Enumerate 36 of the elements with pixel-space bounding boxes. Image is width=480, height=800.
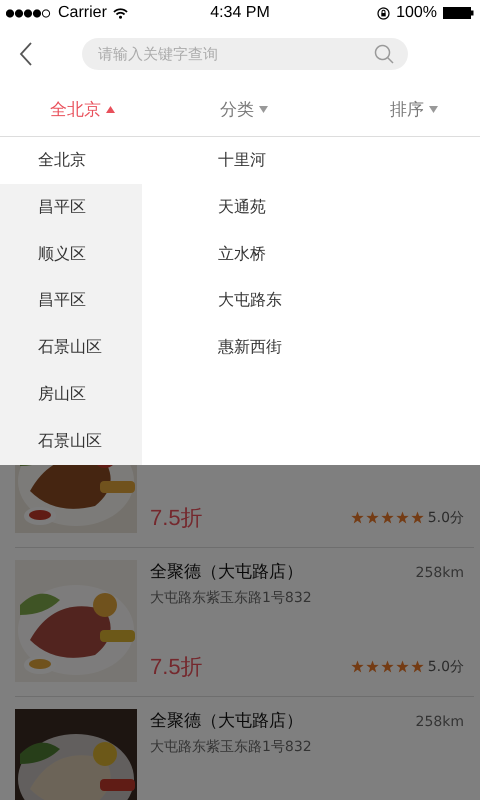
caret-icon: [429, 106, 438, 112]
rotation-lock-icon: [377, 6, 390, 20]
district-item[interactable]: 石景山区: [0, 324, 142, 371]
district-item[interactable]: 昌平区: [0, 184, 142, 231]
status-time: 4:34 PM: [210, 4, 270, 22]
rating-score: 5.0分: [428, 658, 464, 676]
district-item[interactable]: 顺义区: [0, 230, 142, 278]
caret-icon: [106, 106, 115, 112]
battery-percent: 100%: [396, 4, 437, 22]
distance: 258km: [416, 564, 464, 581]
district-item[interactable]: 昌平区: [0, 277, 142, 324]
restaurant-address: 大屯路东紫玉东路1号832: [150, 588, 313, 607]
distance: 258km: [416, 714, 464, 730]
rating-score: 5.0分: [428, 508, 464, 527]
discount: 7.5折: [150, 504, 203, 532]
discount: 7.5折: [150, 652, 203, 681]
district-item[interactable]: 石景山区: [0, 418, 142, 465]
restaurant-name: 全聚德（大屯路店）: [150, 560, 303, 583]
restaurant-address: 大屯路东紫玉东路1号832: [150, 738, 313, 756]
carrier-name: Carrier: [58, 4, 107, 22]
restaurant-name: 全聚德（大屯路店）: [150, 710, 303, 732]
area-item[interactable]: 天通苑: [218, 184, 480, 231]
district-item[interactable]: 房山区: [0, 370, 142, 418]
filter-tab[interactable]: 全北京: [48, 94, 117, 124]
area-item[interactable]: 十里河: [218, 137, 480, 184]
area-item[interactable]: 立水桥: [218, 230, 480, 278]
wifi-icon: [112, 8, 128, 18]
area-item[interactable]: 惠新西街: [218, 324, 480, 371]
signal-icon: [6, 8, 52, 18]
district-item[interactable]: 全北京: [0, 137, 142, 184]
area-item[interactable]: 大屯路东: [218, 277, 480, 324]
battery-icon: [443, 7, 474, 19]
search-field[interactable]: 请输入关键字查询: [82, 38, 408, 70]
filter-tab[interactable]: 排序: [388, 94, 440, 124]
caret-icon: [259, 106, 268, 112]
filter-tab[interactable]: 分类: [218, 94, 270, 124]
